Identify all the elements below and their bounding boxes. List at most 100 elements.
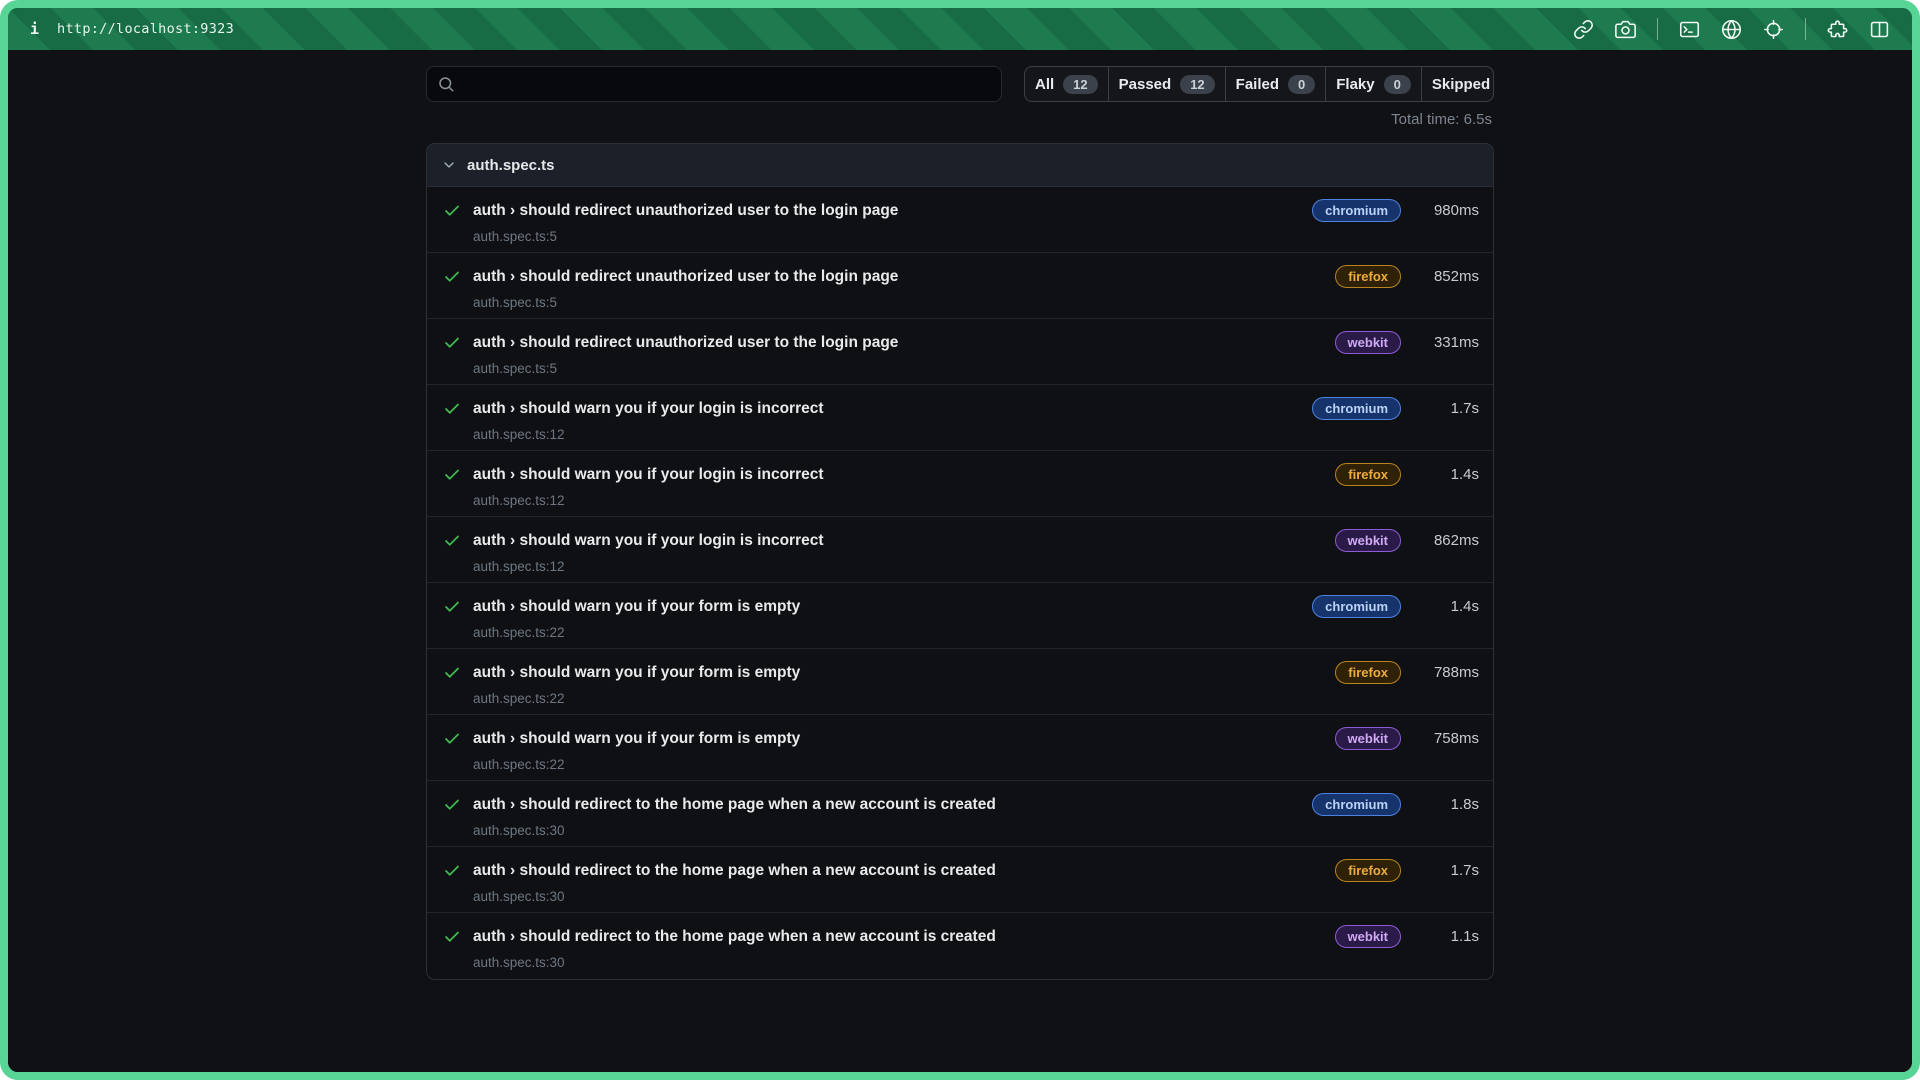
passed-check-icon xyxy=(443,334,461,352)
filter-tab-count-badge: 12 xyxy=(1180,75,1214,94)
browser-badge[interactable]: webkit xyxy=(1335,727,1401,750)
test-location: auth.spec.ts:12 xyxy=(473,427,1479,442)
browser-badge[interactable]: chromium xyxy=(1312,397,1401,420)
test-row[interactable]: auth › should warn you if your login is … xyxy=(427,517,1493,583)
crosshair-icon[interactable] xyxy=(1763,19,1784,40)
search-input[interactable] xyxy=(463,76,991,93)
browser-badge[interactable]: firefox xyxy=(1335,463,1401,486)
filter-tab-label: All xyxy=(1035,76,1054,93)
browser-badge[interactable]: firefox xyxy=(1335,265,1401,288)
test-duration: 1.4s xyxy=(1401,598,1479,615)
passed-check-icon xyxy=(443,664,461,682)
test-duration: 1.4s xyxy=(1401,466,1479,483)
test-row[interactable]: auth › should redirect to the home page … xyxy=(427,847,1493,913)
app-window: i http://localhost:9323 xyxy=(0,0,1920,1080)
passed-check-icon xyxy=(443,928,461,946)
browser-badge[interactable]: webkit xyxy=(1335,331,1401,354)
test-duration: 980ms xyxy=(1401,202,1479,219)
report-content: All 12 Passed 12 Failed 0 Flaky 0 Skippe… xyxy=(8,50,1912,1072)
filter-tab-flaky[interactable]: Flaky 0 xyxy=(1326,67,1422,101)
test-duration: 331ms xyxy=(1401,334,1479,351)
test-row[interactable]: auth › should warn you if your form is e… xyxy=(427,649,1493,715)
passed-check-icon xyxy=(443,730,461,748)
test-title: auth › should warn you if your form is e… xyxy=(473,598,800,616)
browser-badge[interactable]: webkit xyxy=(1335,529,1401,552)
test-row[interactable]: auth › should redirect unauthorized user… xyxy=(427,319,1493,385)
chevron-down-icon xyxy=(441,157,457,173)
test-duration: 758ms xyxy=(1401,730,1479,747)
puzzle-icon[interactable] xyxy=(1827,19,1848,40)
test-title: auth › should warn you if your login is … xyxy=(473,466,824,484)
link-icon[interactable] xyxy=(1573,19,1594,40)
file-group-header[interactable]: auth.spec.ts xyxy=(427,144,1493,187)
filter-tab-all[interactable]: All 12 xyxy=(1025,67,1109,101)
test-row[interactable]: auth › should redirect to the home page … xyxy=(427,781,1493,847)
test-row[interactable]: auth › should redirect to the home page … xyxy=(427,913,1493,979)
passed-check-icon xyxy=(443,598,461,616)
search-icon xyxy=(437,75,455,93)
passed-check-icon xyxy=(443,202,461,220)
test-location: auth.spec.ts:5 xyxy=(473,229,1479,244)
test-row[interactable]: auth › should warn you if your login is … xyxy=(427,451,1493,517)
controls-row: All 12 Passed 12 Failed 0 Flaky 0 Skippe… xyxy=(426,66,1494,102)
test-location: auth.spec.ts:22 xyxy=(473,625,1479,640)
test-duration: 1.7s xyxy=(1401,862,1479,879)
test-row[interactable]: auth › should redirect unauthorized user… xyxy=(427,187,1493,253)
test-location: auth.spec.ts:5 xyxy=(473,361,1479,376)
info-icon: i xyxy=(30,20,39,38)
filter-tab-skipped[interactable]: Skipped 0 xyxy=(1422,67,1494,101)
filter-tab-count-badge: 0 xyxy=(1288,75,1315,94)
test-title: auth › should redirect unauthorized user… xyxy=(473,202,898,220)
test-row[interactable]: auth › should warn you if your form is e… xyxy=(427,715,1493,781)
test-duration: 1.8s xyxy=(1401,796,1479,813)
search-box[interactable] xyxy=(426,66,1002,102)
test-location: auth.spec.ts:22 xyxy=(473,757,1479,772)
titlebar-url-area: i http://localhost:9323 xyxy=(30,20,234,38)
test-location: auth.spec.ts:12 xyxy=(473,559,1479,574)
browser-badge[interactable]: chromium xyxy=(1312,595,1401,618)
browser-badge[interactable]: chromium xyxy=(1312,793,1401,816)
test-title: auth › should redirect to the home page … xyxy=(473,862,996,880)
terminal-icon[interactable] xyxy=(1679,19,1700,40)
test-duration: 1.7s xyxy=(1401,400,1479,417)
test-title: auth › should warn you if your login is … xyxy=(473,532,824,550)
toolbar-separator xyxy=(1805,18,1806,40)
filter-tab-label: Failed xyxy=(1236,76,1279,93)
test-title: auth › should redirect unauthorized user… xyxy=(473,334,898,352)
test-title: auth › should redirect unauthorized user… xyxy=(473,268,898,286)
filter-tab-label: Passed xyxy=(1119,76,1172,93)
test-location: auth.spec.ts:30 xyxy=(473,823,1479,838)
test-location: auth.spec.ts:30 xyxy=(473,955,1479,970)
passed-check-icon xyxy=(443,400,461,418)
filter-tab-passed[interactable]: Passed 12 xyxy=(1109,67,1226,101)
test-duration: 852ms xyxy=(1401,268,1479,285)
test-location: auth.spec.ts:30 xyxy=(473,889,1479,904)
test-rows-container: auth › should redirect unauthorized user… xyxy=(427,187,1493,979)
test-location: auth.spec.ts:12 xyxy=(473,493,1479,508)
passed-check-icon xyxy=(443,796,461,814)
filter-tabs: All 12 Passed 12 Failed 0 Flaky 0 Skippe… xyxy=(1024,66,1494,102)
globe-icon[interactable] xyxy=(1721,19,1742,40)
test-row[interactable]: auth › should warn you if your login is … xyxy=(427,385,1493,451)
browser-badge[interactable]: firefox xyxy=(1335,859,1401,882)
camera-icon[interactable] xyxy=(1615,19,1636,40)
columns-icon[interactable] xyxy=(1869,19,1890,40)
passed-check-icon xyxy=(443,466,461,484)
titlebar-toolbar xyxy=(1573,18,1890,40)
test-list: auth.spec.ts auth › should redirect unau… xyxy=(426,143,1494,980)
test-title: auth › should redirect to the home page … xyxy=(473,928,996,946)
filter-tab-failed[interactable]: Failed 0 xyxy=(1226,67,1327,101)
test-title: auth › should redirect to the home page … xyxy=(473,796,996,814)
total-time-label: Total time: 6.5s xyxy=(426,111,1492,128)
test-row[interactable]: auth › should warn you if your form is e… xyxy=(427,583,1493,649)
test-duration: 788ms xyxy=(1401,664,1479,681)
passed-check-icon xyxy=(443,532,461,550)
passed-check-icon xyxy=(443,268,461,286)
filter-tab-count-badge: 0 xyxy=(1384,75,1411,94)
browser-badge[interactable]: chromium xyxy=(1312,199,1401,222)
test-row[interactable]: auth › should redirect unauthorized user… xyxy=(427,253,1493,319)
browser-badge[interactable]: webkit xyxy=(1335,925,1401,948)
browser-badge[interactable]: firefox xyxy=(1335,661,1401,684)
file-name: auth.spec.ts xyxy=(467,157,555,174)
test-duration: 862ms xyxy=(1401,532,1479,549)
